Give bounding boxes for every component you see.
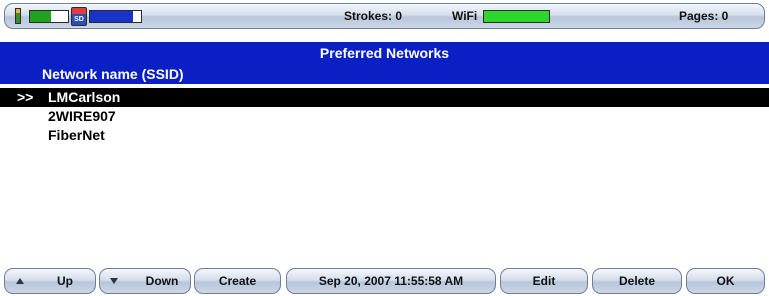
network-name: LMCarlson	[48, 89, 121, 105]
sd-card-icon: SD	[71, 7, 87, 26]
up-button-label: Up	[57, 274, 73, 288]
wifi-signal-fill	[484, 11, 549, 22]
edit-button[interactable]: Edit	[500, 268, 588, 294]
pages-counter: Pages: 0	[679, 9, 729, 23]
delete-button[interactable]: Delete	[592, 268, 682, 294]
strokes-counter: Strokes: 0	[344, 9, 403, 23]
down-button-label: Down	[145, 274, 179, 288]
network-list-item[interactable]: 2WIRE907	[0, 107, 769, 126]
storage-level-bar	[89, 10, 142, 23]
delete-button-label: Delete	[618, 274, 656, 288]
create-button-label: Create	[218, 274, 257, 288]
triangle-up-icon	[16, 278, 24, 284]
network-list: >> LMCarlson 2WIRE907 FiberNet	[0, 88, 769, 145]
battery-icon	[15, 8, 21, 24]
datetime-label: Sep 20, 2007 11:55:58 AM	[318, 274, 464, 288]
battery-level-bar	[29, 10, 69, 23]
network-list-item[interactable]: FiberNet	[0, 126, 769, 145]
selection-marker: >>	[17, 89, 34, 105]
network-name: FiberNet	[48, 127, 105, 143]
column-header-ssid: Network name (SSID)	[42, 66, 184, 82]
storage-level-fill	[90, 11, 134, 22]
page-header: Preferred Networks Network name (SSID)	[0, 42, 769, 84]
wifi-label: WiFi	[452, 9, 478, 23]
page-title: Preferred Networks	[319, 45, 450, 61]
ok-button[interactable]: OK	[686, 268, 765, 294]
edit-button-label: Edit	[532, 274, 556, 288]
status-bar: SD Strokes: 0 WiFi Pages: 0	[4, 3, 765, 29]
triangle-down-icon	[110, 278, 118, 284]
create-button[interactable]: Create	[194, 268, 281, 294]
up-button[interactable]: Up	[4, 268, 96, 294]
ok-button-label: OK	[716, 274, 735, 288]
network-list-item[interactable]: >> LMCarlson	[0, 88, 769, 107]
battery-level-fill	[30, 11, 51, 22]
network-name: 2WIRE907	[48, 108, 116, 124]
datetime-button[interactable]: Sep 20, 2007 11:55:58 AM	[286, 268, 496, 294]
down-button[interactable]: Down	[99, 268, 191, 294]
wifi-signal-bar	[483, 10, 550, 23]
